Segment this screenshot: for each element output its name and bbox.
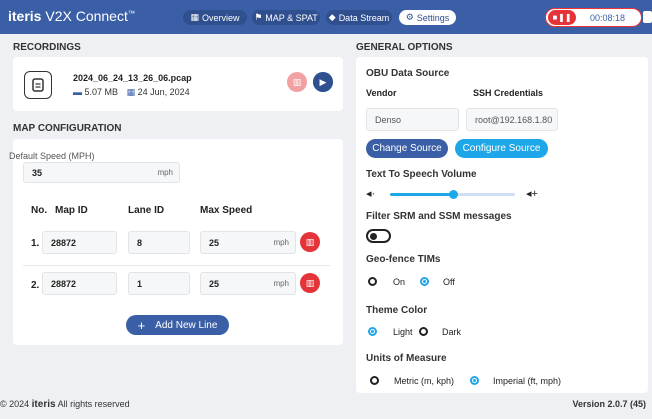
theme-dark-label: Dark (442, 327, 462, 337)
file-size-row: ▬ 5.07 MB ▦ 24 Jun, 2024 (73, 87, 190, 98)
recording-file-name: 2024_06_24_13_26_06.pcap (73, 73, 192, 83)
ssh-credentials-input[interactable]: root@192.168.1.80 (466, 108, 558, 131)
brand-trademark: ™ (127, 10, 135, 18)
file-size: 5.07 MB (84, 87, 119, 97)
col-map-id: Map ID (55, 205, 88, 216)
default-speed-label: Default Speed (MPH) (9, 151, 95, 161)
plus-icon: + (137, 317, 146, 333)
theme-light-label: Light (393, 327, 413, 337)
volume-low-icon: ◂· (366, 188, 376, 200)
file-date: 24 Jun, 2024 (137, 87, 190, 97)
recording-card: 2024_06_24_13_26_06.pcap ▬ 5.07 MB ▦ 24 … (13, 57, 343, 111)
stop-icon[interactable]: ■ (552, 13, 557, 22)
geofence-off-radio[interactable] (420, 277, 429, 286)
trash-icon: ▥ (292, 76, 302, 87)
max-speed-input[interactable]: 25 mph (200, 272, 296, 295)
grid-icon: ▦ (190, 12, 199, 22)
row-divider (23, 265, 330, 266)
camera-icon[interactable] (643, 11, 652, 23)
col-max-speed: Max Speed (200, 205, 253, 216)
filter-messages-label: Filter SRM and SSM messages (366, 211, 512, 222)
file-icon (24, 71, 52, 99)
top-bar: iteris V2X Connect™ ▦ Overview ⚑ MAP & SPA… (0, 0, 652, 34)
default-speed-unit: mph (157, 168, 173, 177)
units-metric-label: Metric (m, kph) (394, 376, 455, 386)
toggle-knob (370, 233, 377, 240)
traffic-icon: ⚑ (254, 12, 263, 22)
general-options-card: OBU Data Source Vendor SSH Credentials D… (356, 57, 648, 393)
add-new-line-button[interactable]: + Add New Line (126, 315, 229, 335)
brand-logo: iteris V2X Connect™ (8, 8, 135, 24)
recordings-title: RECORDINGS (13, 42, 81, 53)
play-icon: ▶ (319, 76, 327, 87)
theme-dark-radio[interactable] (419, 327, 428, 336)
map-id-input[interactable]: 28872 (42, 231, 117, 254)
units-imperial-label: Imperial (ft, mph) (493, 376, 562, 386)
theme-color-label: Theme Color (366, 305, 428, 316)
map-id-input[interactable]: 28872 (42, 272, 117, 295)
row-number: 2. (31, 280, 40, 291)
calendar-icon: ▦ (126, 87, 136, 97)
default-speed-input[interactable]: 35 mph (23, 162, 180, 183)
play-recording-button[interactable]: ▶ (313, 72, 333, 92)
geofence-label: Geo-fence TIMs (366, 254, 441, 265)
tts-volume-handle[interactable] (448, 190, 458, 199)
general-options-title: GENERAL OPTIONS (356, 42, 453, 53)
vendor-label: Vendor (366, 88, 397, 98)
col-no: No. (31, 205, 48, 216)
geofence-on-radio[interactable] (368, 277, 377, 286)
trash-icon: ▥ (305, 236, 315, 247)
footer-brand: iteris (31, 399, 56, 410)
map-config-card: Default Speed (MPH) 35 mph No. Map ID La… (9, 139, 343, 345)
tts-volume-label: Text To Speech Volume (366, 169, 477, 180)
nav-settings[interactable]: ⚙ Settings (399, 10, 456, 25)
version-label: Version 2.0.7 (45) (572, 399, 646, 409)
recording-controls[interactable]: ■ ❚❚ (548, 10, 576, 25)
delete-recording-button[interactable]: ▥ (287, 72, 307, 92)
pause-icon[interactable]: ❚❚ (558, 13, 571, 22)
configure-source-button[interactable]: Configure Source (455, 139, 548, 158)
recording-indicator[interactable]: ■ ❚❚ 00:08:18 (545, 8, 642, 27)
map-config-title: MAP CONFIGURATION (13, 123, 122, 134)
nav-map-spat[interactable]: ⚑ MAP & SPAT (252, 10, 320, 25)
units-imperial-radio[interactable] (470, 376, 479, 385)
change-source-button[interactable]: Change Source (366, 139, 448, 158)
recording-time: 00:08:18 (590, 12, 626, 23)
units-label: Units of Measure (366, 353, 447, 364)
stream-icon: ◆ (328, 12, 336, 22)
max-speed-input[interactable]: 25 mph (200, 231, 296, 254)
lane-id-input[interactable]: 1 (128, 272, 190, 295)
delete-row-button[interactable]: ▥ (300, 273, 320, 293)
gear-icon: ⚙ (405, 12, 414, 22)
nav-overview[interactable]: ▦ Overview (183, 10, 247, 25)
col-lane-id: Lane ID (128, 205, 165, 216)
max-speed-unit: mph (273, 279, 289, 288)
brand-name: V2X Connect (41, 8, 128, 24)
geofence-on-label: On (393, 277, 406, 287)
filter-messages-toggle[interactable] (366, 229, 391, 243)
max-speed-unit: mph (273, 238, 289, 247)
footer-copyright: © 2024 iteris All rights reserved (0, 399, 130, 410)
delete-row-button[interactable]: ▥ (300, 232, 320, 252)
nav-data-stream[interactable]: ◆ Data Stream (326, 10, 392, 25)
theme-light-radio[interactable] (368, 327, 377, 336)
lane-id-input[interactable]: 8 (128, 231, 190, 254)
tts-volume-fill (390, 193, 453, 196)
ssh-credentials-label: SSH Credentials (473, 88, 544, 98)
geofence-off-label: Off (443, 277, 455, 287)
units-metric-radio[interactable] (370, 376, 379, 385)
storage-icon: ▬ (73, 87, 82, 97)
volume-high-icon: ◂+ (526, 188, 538, 200)
tts-volume-slider[interactable] (390, 190, 515, 199)
brand-bold: iteris (8, 8, 42, 24)
trash-icon: ▥ (305, 277, 315, 288)
vendor-input[interactable]: Denso (366, 108, 459, 131)
obu-title: OBU Data Source (366, 68, 450, 79)
row-number: 1. (31, 238, 40, 249)
